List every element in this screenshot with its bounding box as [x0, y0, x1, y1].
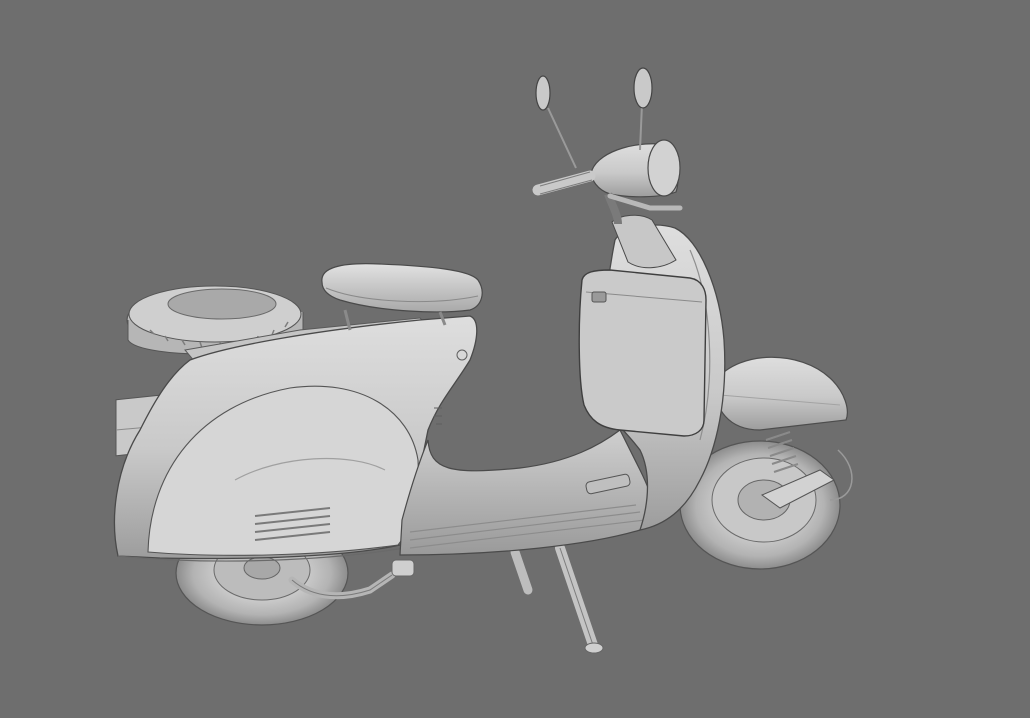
headlight [647, 139, 681, 197]
brake-lever [607, 193, 683, 211]
kickstand [510, 543, 604, 654]
front-glove-box [578, 269, 707, 437]
front-mudguard [714, 356, 848, 431]
scooter-render [113, 67, 853, 654]
right-mirror [633, 67, 653, 151]
3d-viewport[interactable] [0, 0, 1030, 718]
left-mirror [535, 75, 577, 169]
foot-brake [391, 559, 415, 577]
